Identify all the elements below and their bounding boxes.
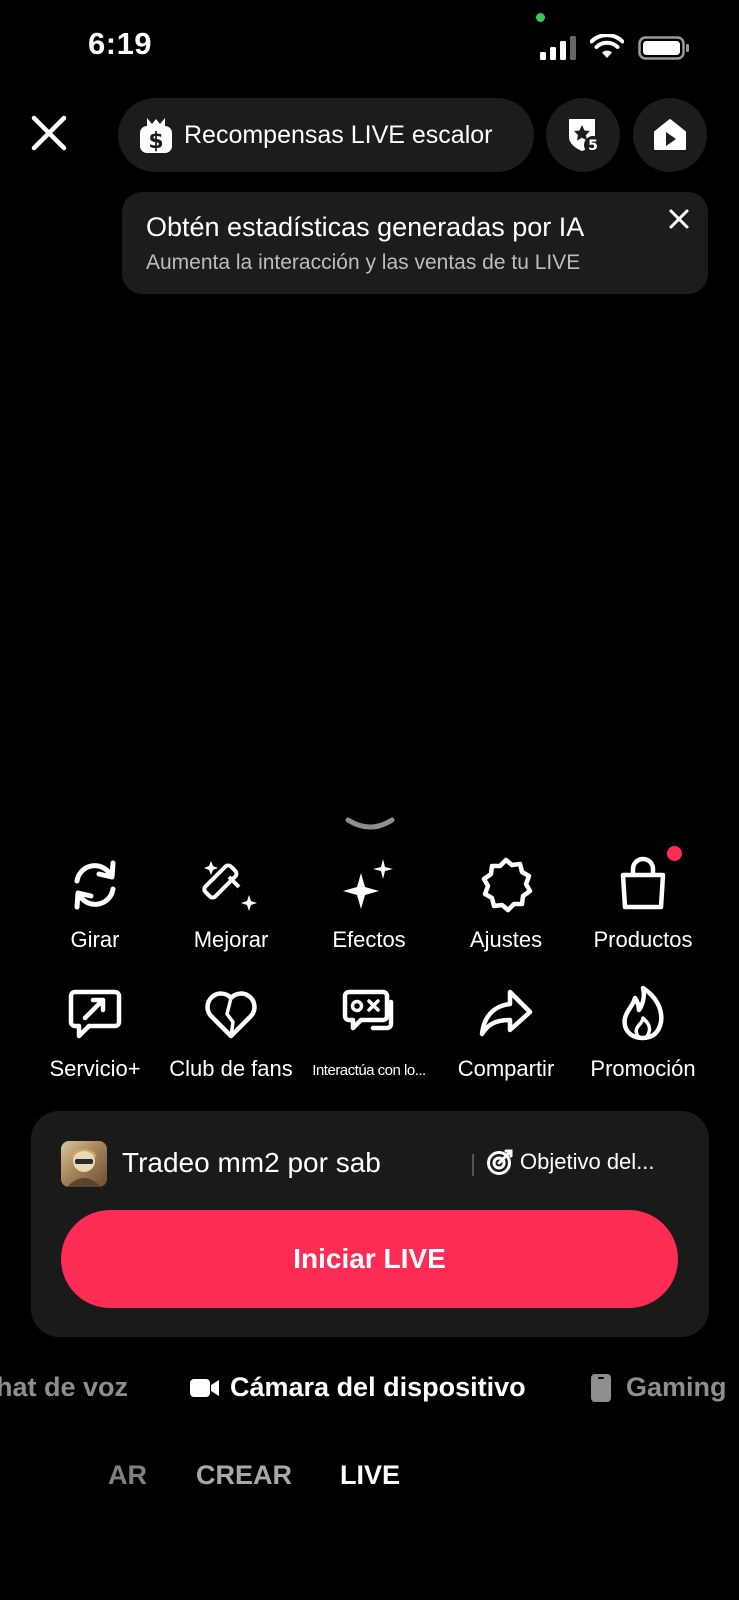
phone-icon <box>591 1373 611 1402</box>
ranking-badge-icon: 5 <box>569 119 602 154</box>
game-chat-icon <box>342 989 394 1031</box>
tool-label: Interactúa con lo... <box>312 1062 426 1079</box>
tool-label: Efectos <box>332 927 406 952</box>
tab-device-camera[interactable]: Cámara del dispositivo <box>190 1372 526 1403</box>
close-icon[interactable] <box>28 112 70 154</box>
ai-tip-subtitle: Aumenta la interacción y las ventas de t… <box>146 251 581 274</box>
target-icon <box>487 1149 513 1175</box>
tool-label: Club de fans <box>169 1056 293 1081</box>
divider <box>472 1154 474 1176</box>
live-goal-button[interactable]: Objetivo del... <box>486 1148 655 1176</box>
tab-gaming-label: Gaming <box>626 1372 727 1402</box>
heart-icon <box>205 991 257 1039</box>
tool-service-plus[interactable]: Servicio+ <box>22 984 168 1104</box>
tool-label: Servicio+ <box>49 1056 141 1081</box>
gear-icon <box>481 857 533 913</box>
tool-products[interactable]: Productos <box>570 855 716 975</box>
service-icon <box>68 989 122 1039</box>
share-arrow-icon <box>479 989 533 1037</box>
sparkle-icon <box>343 859 393 909</box>
collapse-chevron-icon[interactable] <box>344 816 396 834</box>
mode-tab-prev[interactable]: AR <box>108 1460 147 1491</box>
tool-share[interactable]: Compartir <box>433 984 579 1104</box>
avatar[interactable] <box>61 1141 107 1187</box>
tool-label: Girar <box>70 927 120 952</box>
goal-label: Objetivo del... <box>520 1149 655 1174</box>
rank-number: 5 <box>588 138 598 154</box>
products-notification-dot <box>667 846 682 861</box>
tool-settings[interactable]: Ajustes <box>433 855 579 975</box>
tool-label: Compartir <box>457 1056 555 1081</box>
tool-enhance[interactable]: Mejorar <box>158 855 304 975</box>
mode-tab-create[interactable]: CREAR <box>196 1460 292 1491</box>
start-live-button[interactable]: Iniciar LIVE <box>61 1210 678 1308</box>
ai-insights-tip[interactable]: Obtén estadísticas generadas por IA Aume… <box>122 192 708 294</box>
live-rewards-button[interactable]: $ Recompensas LIVE escalor <box>118 98 534 172</box>
live-title[interactable]: Tradeo mm2 por sab <box>122 1147 381 1179</box>
tool-rotate[interactable]: Girar <box>22 855 168 975</box>
mode-tab-live[interactable]: LIVE <box>340 1460 400 1491</box>
ai-tip-title: Obtén estadísticas generadas por IA <box>146 212 585 242</box>
avatar-image <box>67 1149 101 1187</box>
battery-icon <box>638 36 689 60</box>
tool-interact[interactable]: Interactúa con lo... <box>296 984 442 1104</box>
tab-device-camera-label: Cámara del dispositivo <box>230 1372 526 1402</box>
video-camera-icon <box>190 1378 219 1397</box>
rotate-icon <box>74 860 116 910</box>
tool-effects[interactable]: Efectos <box>296 855 442 975</box>
tool-fan-club[interactable]: Club de fans <box>158 984 304 1104</box>
shopping-bag-icon <box>620 856 666 910</box>
live-center-button[interactable] <box>633 98 707 172</box>
tool-label: Ajustes <box>469 927 543 952</box>
tool-label: Promoción <box>590 1056 696 1081</box>
tab-voice-chat-label: hat de voz <box>0 1372 129 1402</box>
ranking-button[interactable]: 5 <box>546 98 620 172</box>
reward-money-icon: $ <box>140 118 172 154</box>
camera-indicator-dot <box>536 13 545 22</box>
tool-label: Productos <box>593 927 693 952</box>
tool-label: Mejorar <box>193 927 269 952</box>
wifi-icon <box>590 34 624 58</box>
tab-voice-chat[interactable]: hat de voz <box>0 1372 128 1403</box>
svg-text:$: $ <box>148 129 163 154</box>
tool-promotion[interactable]: Promoción <box>570 984 716 1104</box>
flame-icon <box>622 985 664 1041</box>
magic-wand-icon <box>202 861 257 911</box>
status-time: 6:19 <box>88 26 153 61</box>
close-tip-icon[interactable] <box>666 206 692 232</box>
tab-gaming[interactable]: Gaming <box>590 1372 727 1403</box>
house-play-icon <box>654 119 686 150</box>
rewards-label: Recompensas LIVE escalor <box>184 120 493 149</box>
cellular-signal-icon <box>540 36 576 60</box>
